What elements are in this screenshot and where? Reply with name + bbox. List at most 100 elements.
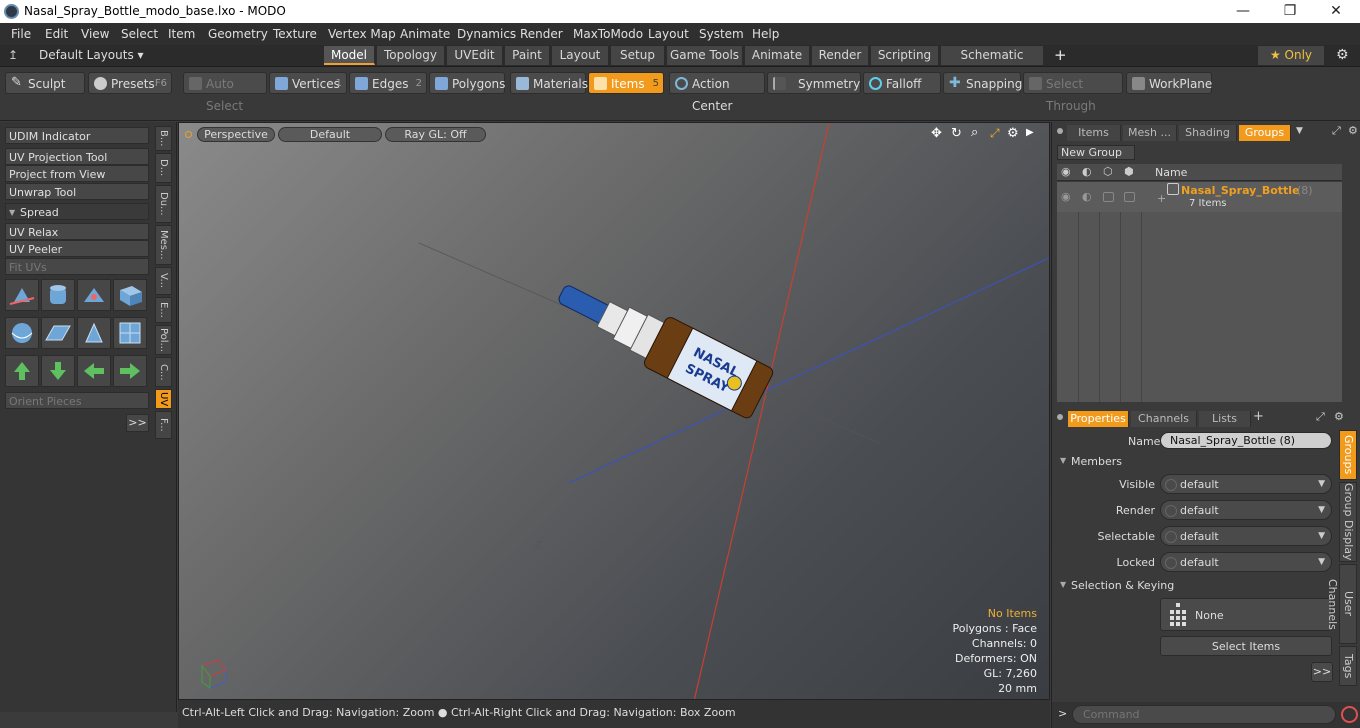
udim-indicator-button[interactable]: UDIM Indicator (5, 127, 149, 144)
workplane-button[interactable]: WorkPlane (1126, 72, 1212, 94)
command-input[interactable] (1072, 705, 1336, 724)
properties-expand-icon[interactable]: ⤢ (1316, 410, 1325, 424)
menu-edit[interactable]: Edit (45, 27, 68, 41)
project-from-view-button[interactable]: Project from View (5, 165, 149, 182)
selectable-select[interactable]: default ▼ (1160, 526, 1332, 546)
vtab-c[interactable]: C... (155, 357, 172, 387)
menu-layout[interactable]: Layout (648, 27, 689, 41)
3d-viewport[interactable]: Perspective Default Ray GL: Off ✥ ↻ ⌕ ⤢ … (178, 122, 1050, 700)
vertices-button[interactable]: Vertices 1 (269, 72, 347, 94)
vtab-e[interactable]: E... (155, 297, 172, 323)
tab-scripting[interactable]: Scripting (871, 46, 939, 65)
tab-render[interactable]: Render (812, 46, 869, 65)
tab-setup[interactable]: Setup (611, 46, 665, 65)
add-tab-icon[interactable]: + (1253, 409, 1264, 424)
none-button[interactable]: None (1160, 598, 1332, 631)
close-button[interactable]: ✕ (1313, 0, 1359, 23)
uv-pyramid-icon[interactable] (77, 317, 111, 349)
members-triangle-icon[interactable]: ▼ (1060, 456, 1066, 465)
tab-paint[interactable]: Paint (505, 46, 550, 65)
selection-triangle-icon[interactable]: ▼ (1060, 580, 1066, 589)
tab-game-tools[interactable]: Game Tools (667, 46, 743, 65)
vtab-uv[interactable]: UV (155, 389, 172, 409)
sidetab-tags[interactable]: Tags (1339, 646, 1357, 686)
minimize-button[interactable]: — (1220, 0, 1266, 23)
auto-select-button[interactable]: Auto Select (183, 72, 267, 113)
maximize-button[interactable]: ❐ (1267, 0, 1313, 23)
uv-projection-tool-button[interactable]: UV Projection Tool (5, 148, 149, 165)
uv-cylinder-icon[interactable] (41, 279, 75, 311)
uv-box-icon[interactable] (113, 279, 147, 311)
unwrap-tool-button[interactable]: Unwrap Tool (5, 183, 149, 200)
selectable-checkbox[interactable] (1103, 192, 1114, 202)
only-toggle[interactable]: ★ Only (1258, 46, 1325, 65)
arrow-up-icon[interactable] (5, 355, 39, 387)
selection-keying-section[interactable]: Selection & Keying (1071, 579, 1174, 592)
locked-checkbox[interactable] (1124, 192, 1135, 202)
more-tools-button[interactable]: >> (126, 414, 149, 432)
expand-icon[interactable]: + (1157, 192, 1166, 205)
vtab-pol[interactable]: Pol... (155, 325, 172, 355)
snapping-button[interactable]: ✚ Snapping (943, 72, 1022, 94)
menu-maxtomodo[interactable]: MaxToModo (573, 27, 643, 41)
properties-settings-icon[interactable]: ⚙ (1334, 410, 1344, 423)
properties-dot-icon[interactable] (1057, 414, 1063, 420)
members-section[interactable]: Members (1071, 455, 1122, 468)
arrow-right-icon[interactable] (113, 355, 147, 387)
vtab-f[interactable]: F... (155, 411, 172, 439)
tab-schematic-fusion[interactable]: Schematic Fusion (941, 46, 1044, 81)
menu-vertex-map[interactable]: Vertex Map (328, 27, 396, 41)
menu-file[interactable]: File (11, 27, 31, 41)
menu-help[interactable]: Help (752, 27, 779, 41)
menu-geometry[interactable]: Geometry (208, 27, 268, 41)
more-properties-button[interactable]: >> (1311, 662, 1333, 682)
uv-sphere-icon[interactable] (5, 317, 39, 349)
tab-items[interactable]: Items (1067, 125, 1121, 141)
tab-topology[interactable]: Topology (377, 46, 445, 65)
menu-dynamics[interactable]: Dynamics (457, 27, 516, 41)
vtab-v[interactable]: V... (155, 267, 172, 295)
edges-button[interactable]: Edges 2 (349, 72, 427, 94)
tab-uvedit[interactable]: UVEdit (447, 46, 503, 65)
group-name-field[interactable]: Nasal_Spray_Bottle (8) (1160, 432, 1332, 449)
arrow-left-icon[interactable] (77, 355, 111, 387)
select-through-button[interactable]: Select Through (1023, 72, 1123, 113)
vtab-d[interactable]: D... (155, 153, 172, 183)
vtab-b[interactable]: B... (155, 126, 172, 151)
locked-select[interactable]: default ▼ (1160, 552, 1332, 572)
tab-animate[interactable]: Animate (745, 46, 810, 65)
tab-layout[interactable]: Layout (552, 46, 609, 65)
select-items-button[interactable]: Select Items (1160, 636, 1332, 656)
menu-system[interactable]: System (699, 27, 744, 41)
visibility-icon[interactable]: ◉ (1061, 190, 1071, 203)
add-tab-button[interactable]: + (1054, 46, 1067, 64)
tabs-dropdown-icon[interactable]: ▼ (1296, 126, 1303, 136)
tab-lists[interactable]: Lists (1199, 411, 1251, 427)
tab-shading[interactable]: Shading (1179, 125, 1237, 141)
gear-icon[interactable]: ⚙ (1336, 47, 1349, 63)
symmetry-button[interactable]: Symmetry (767, 72, 861, 94)
sidetab-group-display[interactable]: Group Display (1339, 482, 1357, 562)
menu-item[interactable]: Item (168, 27, 195, 41)
render-icon[interactable]: ◐ (1082, 190, 1092, 203)
panel-dot-icon[interactable] (1057, 128, 1063, 134)
tab-properties[interactable]: Properties (1068, 411, 1129, 427)
action-center-button[interactable]: Action Center (669, 72, 765, 113)
panel-settings-icon[interactable]: ⚙ (1348, 124, 1358, 137)
record-icon[interactable] (1341, 706, 1358, 723)
presets-button[interactable]: Presets F6 (88, 72, 172, 94)
new-group-button[interactable]: New Group (1057, 145, 1135, 160)
tab-model[interactable]: Model (324, 46, 375, 65)
sculpt-button[interactable]: ✎ Sculpt (5, 72, 85, 94)
spread-section[interactable]: ▼ Spread (5, 203, 149, 220)
tab-groups[interactable]: Groups (1239, 125, 1291, 141)
items-button[interactable]: Items 5 (588, 72, 664, 94)
falloff-button[interactable]: Falloff (863, 72, 941, 94)
render-select[interactable]: default ▼ (1160, 500, 1332, 520)
visible-select[interactable]: default ▼ (1160, 474, 1332, 494)
expand-panel-icon[interactable]: ⤢ (1332, 124, 1341, 138)
polygons-button[interactable]: Polygons (429, 72, 505, 94)
tab-mesh[interactable]: Mesh ... (1123, 125, 1177, 141)
vtab-du[interactable]: Du... (155, 185, 172, 223)
group-row[interactable]: ◉ ◐ + Nasal_Spray_Bottle (8) 7 Items (1057, 182, 1342, 212)
